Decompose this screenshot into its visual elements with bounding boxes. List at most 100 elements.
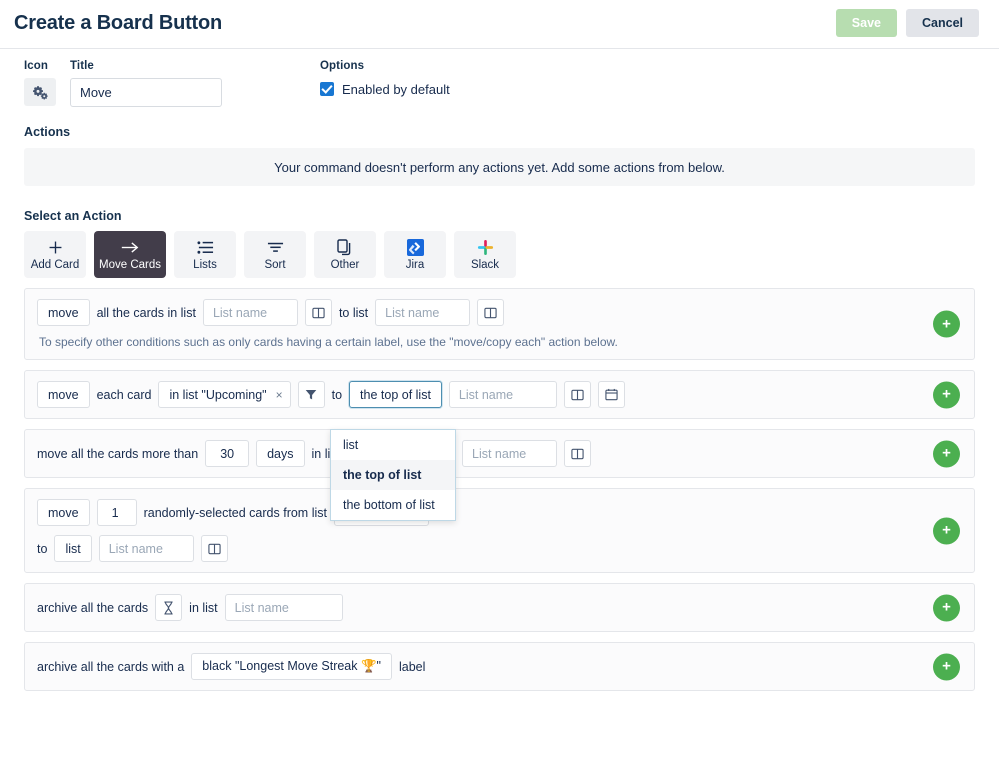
verb-select[interactable]: move [37, 299, 90, 326]
dropdown-option-top-of-list[interactable]: the top of list [331, 460, 455, 490]
button-config-row: Icon Title Options Enabled by default [0, 49, 999, 107]
position-select[interactable]: the top of list [349, 381, 442, 408]
action-type-tabs: Add Card Move Cards Lists Sort Other Jir… [0, 223, 999, 278]
enabled-by-default-row[interactable]: Enabled by default [320, 79, 450, 99]
hourglass-icon[interactable] [155, 594, 183, 621]
position-dropdown-menu: list the top of list the bottom of list [330, 429, 456, 521]
board-picker-icon[interactable] [564, 440, 591, 467]
board-picker-icon[interactable] [563, 381, 591, 408]
slack-icon [477, 238, 494, 257]
action-rows: move all the cards in list to list To sp… [0, 278, 999, 691]
action-row-move-cards-older-than: move all the cards more than 30 days in … [24, 429, 975, 478]
row-line: archive all the cards in list [37, 594, 962, 621]
row-text: label [398, 659, 426, 674]
dropdown-option-list[interactable]: list [331, 430, 455, 460]
title-input[interactable] [70, 78, 222, 107]
row-text: in list [189, 600, 218, 615]
add-action-button[interactable]: + [933, 440, 960, 467]
jira-icon [406, 238, 424, 257]
actions-empty-banner: Your command doesn't perform any actions… [24, 148, 975, 186]
row-line: move all the cards in list to list [37, 299, 962, 326]
tab-label: Other [330, 259, 360, 271]
board-picker-icon[interactable] [200, 535, 228, 562]
label-select[interactable]: black "Longest Move Streak 🏆" [191, 653, 392, 680]
add-action-button[interactable]: + [933, 653, 960, 680]
icon-field: Icon [24, 60, 56, 106]
row-line: move each card in list "Upcoming" × to t… [37, 381, 962, 408]
row-text: archive all the cards with a [37, 659, 185, 674]
add-action-button[interactable]: + [933, 310, 960, 338]
actions-heading: Actions [24, 125, 71, 139]
source-list-input[interactable] [202, 299, 298, 326]
create-board-button-page: Create a Board Button Save Cancel Icon T… [0, 0, 999, 759]
calendar-icon[interactable] [597, 381, 625, 408]
action-row-move-all-cards: move all the cards in list to list To sp… [24, 288, 975, 360]
row-text: each card [96, 387, 152, 402]
row-text: to [331, 387, 343, 402]
source-list-input[interactable] [224, 594, 343, 621]
action-row-move-each-card: move each card in list "Upcoming" × to t… [24, 370, 975, 419]
board-picker-icon[interactable] [477, 299, 505, 326]
enabled-by-default-checkbox[interactable] [320, 82, 334, 96]
row-hint: To specify other conditions such as only… [39, 335, 618, 349]
header-actions: Save Cancel [835, 9, 979, 37]
board-picker-icon[interactable] [304, 299, 332, 326]
tab-label: Move Cards [99, 259, 161, 271]
target-list-input[interactable] [375, 299, 471, 326]
row-line: move 1 randomly-selected cards from list [37, 499, 962, 526]
target-list-input[interactable] [448, 381, 557, 408]
title-field-label: Title [70, 60, 94, 72]
tab-label: Jira [405, 259, 425, 271]
tab-move-cards[interactable]: Move Cards [94, 231, 166, 278]
plus-icon [47, 238, 64, 257]
cogs-icon [32, 85, 48, 100]
tab-lists[interactable]: Lists [174, 231, 236, 278]
title-field: Title [70, 60, 222, 107]
row-text: move all the cards more than [37, 446, 199, 461]
position-select[interactable]: list [54, 535, 92, 562]
close-icon[interactable]: × [276, 388, 283, 402]
tab-sort[interactable]: Sort [244, 231, 306, 278]
add-action-button[interactable]: + [933, 381, 960, 408]
tab-add-card[interactable]: Add Card [24, 231, 86, 278]
add-action-button[interactable]: + [933, 517, 960, 544]
sort-icon [267, 238, 284, 257]
copy-icon [337, 238, 353, 257]
filter-icon[interactable] [297, 381, 325, 408]
icon-field-label: Icon [24, 60, 49, 72]
actions-section: Actions Your command doesn't perform any… [0, 125, 999, 186]
row-text: all the cards in list [96, 305, 196, 320]
row-line: to list [37, 535, 962, 562]
tab-slack[interactable]: Slack [454, 231, 516, 278]
days-count-input[interactable]: 30 [205, 440, 250, 467]
tab-label: Lists [193, 259, 217, 271]
action-row-move-random-cards: move 1 randomly-selected cards from list… [24, 488, 975, 573]
list-icon [196, 238, 214, 257]
options-field: Options Enabled by default [320, 60, 450, 99]
filter-tag-label: in list "Upcoming" [169, 387, 267, 402]
row-text: to [37, 541, 48, 556]
add-action-button[interactable]: + [933, 594, 960, 621]
tab-other[interactable]: Other [314, 231, 376, 278]
enabled-by-default-label: Enabled by default [342, 81, 450, 97]
select-action-heading: Select an Action [24, 209, 122, 223]
tab-jira[interactable]: Jira [384, 231, 446, 278]
verb-select[interactable]: move [37, 381, 90, 408]
target-list-input[interactable] [98, 535, 194, 562]
page-header: Create a Board Button Save Cancel [0, 0, 999, 49]
card-count-input[interactable]: 1 [96, 499, 137, 526]
page-title: Create a Board Button [14, 11, 223, 34]
verb-select[interactable]: move [37, 499, 90, 526]
arrow-right-icon [120, 238, 140, 257]
icon-picker-button[interactable] [24, 78, 56, 106]
target-list-input[interactable] [462, 440, 557, 467]
filter-tag[interactable]: in list "Upcoming" × [158, 381, 291, 408]
row-text: to list [338, 305, 369, 320]
row-line: archive all the cards with a black "Long… [37, 653, 962, 680]
tab-label: Slack [470, 259, 500, 271]
tab-label: Add Card [30, 259, 80, 271]
save-button[interactable]: Save [835, 9, 897, 37]
time-unit-select[interactable]: days [256, 440, 305, 467]
dropdown-option-bottom-of-list[interactable]: the bottom of list [331, 490, 455, 520]
cancel-button[interactable]: Cancel [906, 9, 979, 37]
